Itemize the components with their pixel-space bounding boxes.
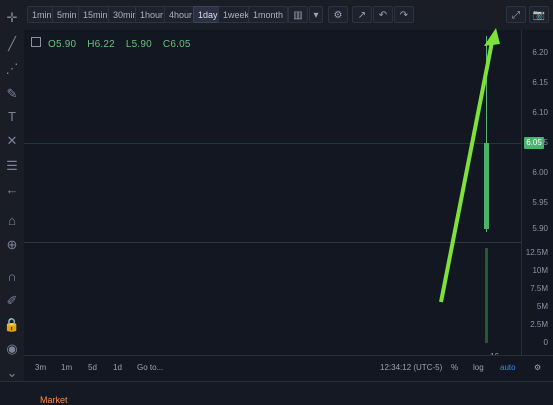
volume-label: 12.5M — [525, 248, 548, 257]
text-tool-icon[interactable]: T — [3, 108, 21, 126]
range-3m[interactable]: 3m — [35, 363, 46, 372]
ohlc-low: L5.90 — [125, 39, 152, 50]
bottom-strip: Market — [0, 381, 553, 405]
back-arrow-icon[interactable]: ← — [3, 181, 21, 199]
indicator-icon[interactable]: ↗ — [352, 6, 372, 23]
percent-toggle[interactable]: % — [451, 363, 458, 372]
ohlc-close: C6.05 — [162, 39, 191, 50]
price-label: 6.00 — [532, 168, 548, 177]
chevron-down-icon[interactable]: ▾ — [309, 6, 323, 23]
pane-divider — [24, 242, 521, 243]
pencil-lock-icon[interactable]: ✐ — [3, 292, 21, 310]
current-price-tag: 6.05 — [524, 137, 544, 149]
settings-gear-icon[interactable]: ⚙ — [534, 363, 541, 372]
chart-footer: 3m 1m 5d 1d Go to... 12:34:12 (UTC-5) % … — [24, 355, 553, 382]
gear-icon[interactable]: ⚙ — [328, 6, 348, 23]
chart-area[interactable] — [24, 30, 521, 355]
zoom-icon[interactable]: ⊕ — [3, 236, 21, 254]
price-axis: 6.20 6.15 6.10 6.05 6.00 5.95 5.90 12.5M… — [521, 30, 553, 355]
candles-icon[interactable]: ▥ — [288, 6, 308, 23]
volume-label: 0 — [543, 338, 548, 347]
volume-label: 10M — [532, 266, 548, 275]
volume-label: 7.5M — [530, 284, 548, 293]
fib-icon[interactable]: ☰ — [3, 157, 21, 175]
lock-icon[interactable]: 🔒 — [3, 316, 21, 334]
price-label: 6.20 — [532, 48, 548, 57]
undo-icon[interactable]: ↶ — [373, 6, 393, 23]
volume-bar — [485, 248, 488, 343]
crosshair-icon[interactable]: ✛ — [3, 9, 21, 27]
volume-label: 5M — [536, 302, 548, 311]
pattern-icon[interactable]: ✕ — [3, 132, 21, 150]
pitchfork-icon[interactable]: ⋰ — [3, 60, 21, 78]
price-label: 6.10 — [532, 108, 548, 117]
price-label: 5.90 — [532, 224, 548, 233]
fullscreen-icon[interactable]: ⤢ — [506, 6, 526, 23]
auto-toggle[interactable]: auto — [500, 363, 516, 372]
brush-icon[interactable]: ✎ — [3, 85, 21, 103]
eye-icon[interactable]: ◉ — [3, 340, 21, 358]
redo-icon[interactable]: ↷ — [394, 6, 414, 23]
range-1m[interactable]: 1m — [61, 363, 72, 372]
volume-label: 2.5M — [530, 320, 548, 329]
collapse-icon[interactable] — [31, 37, 41, 47]
magnet-icon[interactable]: ∩ — [3, 268, 21, 286]
market-tab[interactable]: Market — [40, 395, 68, 405]
ruler-icon[interactable]: ⌂ — [3, 212, 21, 230]
price-label: 5.95 — [532, 198, 548, 207]
chevron-down-icon[interactable]: ⌄ — [3, 364, 21, 382]
goto-button[interactable]: Go to... — [137, 363, 163, 372]
price-label: 6.15 — [532, 78, 548, 87]
log-toggle[interactable]: log — [473, 363, 484, 372]
ohlc-readout: O5.90 H6.22 L5.90 C6.05 — [31, 37, 199, 50]
ohlc-open: O5.90 — [47, 39, 77, 50]
ohlc-high: H6.22 — [87, 39, 115, 50]
left-toolbar: ✛ ╱ ⋰ ✎ T ✕ ☰ ← ⌂ ⊕ ∩ ✐ 🔒 ◉ ⌄ — [0, 0, 25, 403]
range-5d[interactable]: 5d — [88, 363, 97, 372]
tf-1month[interactable]: 1month — [248, 6, 289, 23]
range-1d[interactable]: 1d — [113, 363, 122, 372]
clock: 12:34:12 (UTC-5) — [380, 363, 443, 372]
camera-icon[interactable]: 📷 — [529, 6, 549, 23]
trendline-icon[interactable]: ╱ — [3, 35, 21, 53]
candle-body — [484, 143, 489, 229]
price-line — [24, 143, 521, 144]
top-toolbar: 1min 5min 15min 30min 1hour 4hour 1day 1… — [24, 0, 553, 31]
